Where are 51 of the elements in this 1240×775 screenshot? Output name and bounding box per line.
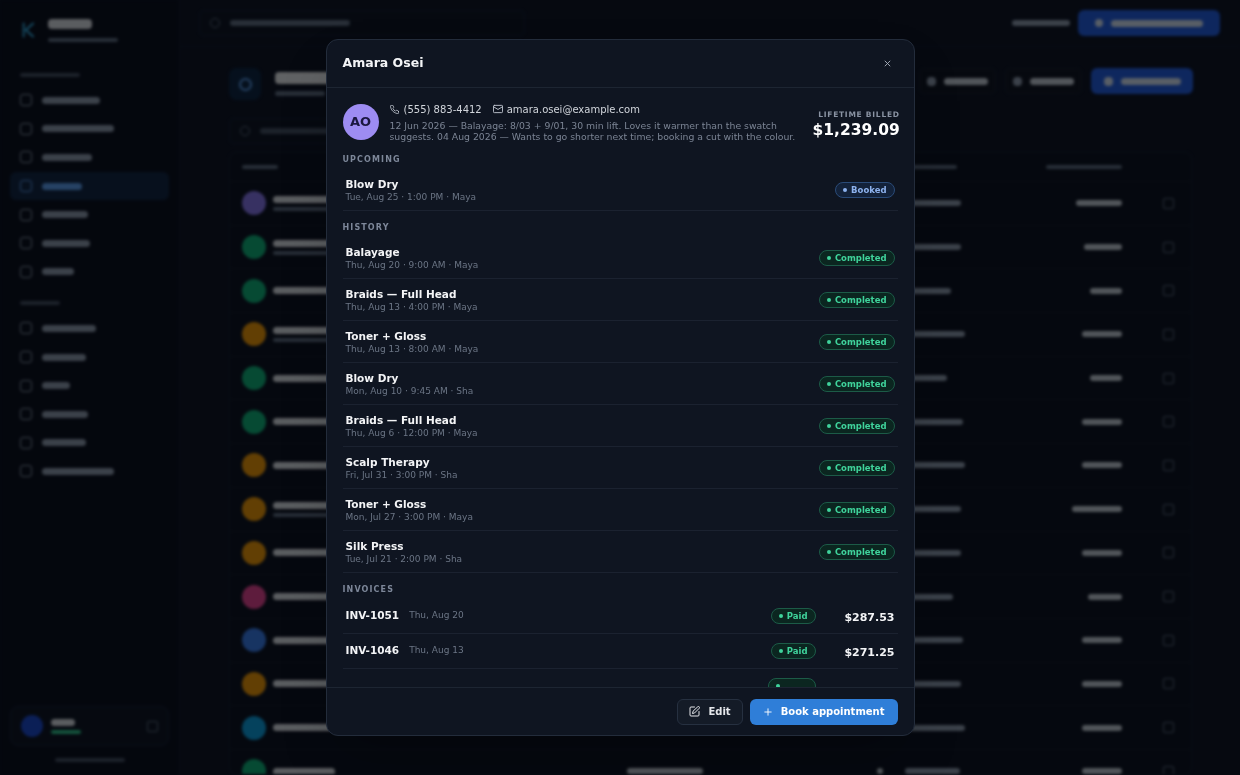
- service-name: Blow Dry: [345, 371, 400, 385]
- appointment-details: Thu, Aug 13 · 4:00 PM · Maya: [345, 301, 478, 313]
- appointment-details: Mon, Jul 27 · 3:00 PM · Maya: [345, 511, 473, 523]
- invoice-date: Thu, Aug 20: [409, 609, 464, 623]
- service-name: Braids — Full Head: [345, 413, 458, 427]
- status-label: Completed: [834, 463, 887, 473]
- status-label: Booked: [851, 185, 887, 195]
- service-name: Scalp Therapy: [345, 455, 431, 469]
- status-label: Completed: [834, 253, 887, 263]
- lifetime-billed-amount: $1,239.09: [812, 121, 900, 139]
- mail-icon: [492, 104, 503, 114]
- status-label: Completed: [834, 295, 887, 305]
- client-avatar: AO: [342, 104, 379, 140]
- section-label: INVOICES: [342, 584, 396, 596]
- appointment-details: Thu, Aug 20 · 9:00 AM · Maya: [345, 259, 479, 271]
- appointment-details: Thu, Aug 13 · 8:00 AM · Maya: [345, 343, 479, 355]
- service-name: Blow Dry: [345, 177, 400, 191]
- section-label: UPCOMING: [342, 154, 402, 166]
- edit-icon: [689, 706, 701, 717]
- email-address: amara.osei@example.com: [506, 102, 640, 117]
- service-name: Braids — Full Head: [345, 287, 458, 301]
- appointment-details: Mon, Aug 10 · 9:45 AM · Sha: [345, 385, 474, 397]
- section-label: HISTORY: [342, 222, 391, 234]
- book-appointment-button[interactable]: Book appointment: [749, 698, 898, 725]
- invoice-number: INV-1046: [345, 643, 400, 659]
- close-icon: [883, 59, 892, 68]
- service-name: Balayage: [345, 245, 401, 259]
- invoice-date: Thu, Aug 13: [409, 644, 464, 658]
- appointment-details: Thu, Aug 6 · 12:00 PM · Maya: [345, 427, 478, 439]
- phone-number: (555) 883-4412: [403, 102, 482, 117]
- dialog-title: Amara Osei: [342, 54, 424, 73]
- appointment-details: Fri, Jul 31 · 3:00 PM · Sha: [345, 469, 458, 481]
- status-label: Completed: [834, 337, 887, 347]
- status-label: Completed: [834, 547, 887, 557]
- invoice-amount: $287.53: [844, 611, 895, 624]
- appointment-details: Tue, Aug 25 · 1:00 PM · Maya: [345, 191, 477, 203]
- invoice-number: INV-1051: [345, 608, 400, 624]
- status-label: Completed: [834, 421, 887, 431]
- status-label: Paid: [786, 646, 808, 656]
- service-name: Toner + Gloss: [345, 329, 428, 343]
- status-label: Completed: [834, 379, 887, 389]
- invoice-amount: $271.25: [844, 646, 895, 659]
- edit-button[interactable]: Edit: [677, 698, 743, 725]
- plus-icon: [762, 706, 773, 717]
- status-label: Paid: [786, 611, 808, 621]
- status-label: Completed: [834, 505, 887, 515]
- service-name: Toner + Gloss: [345, 497, 428, 511]
- client-notes: 12 Jun 2026 — Balayage: 8/03 + 9/01, 30 min lift. Loves it warmer than the swatch suggests. 04 Aug 2026 — Wants to go shorter next time; booking a cut with the colour.: [389, 120, 797, 142]
- appointment-details: Tue, Jul 21 · 2:00 PM · Sha: [345, 553, 463, 565]
- phone-icon: [389, 104, 399, 114]
- service-name: Silk Press: [345, 539, 405, 553]
